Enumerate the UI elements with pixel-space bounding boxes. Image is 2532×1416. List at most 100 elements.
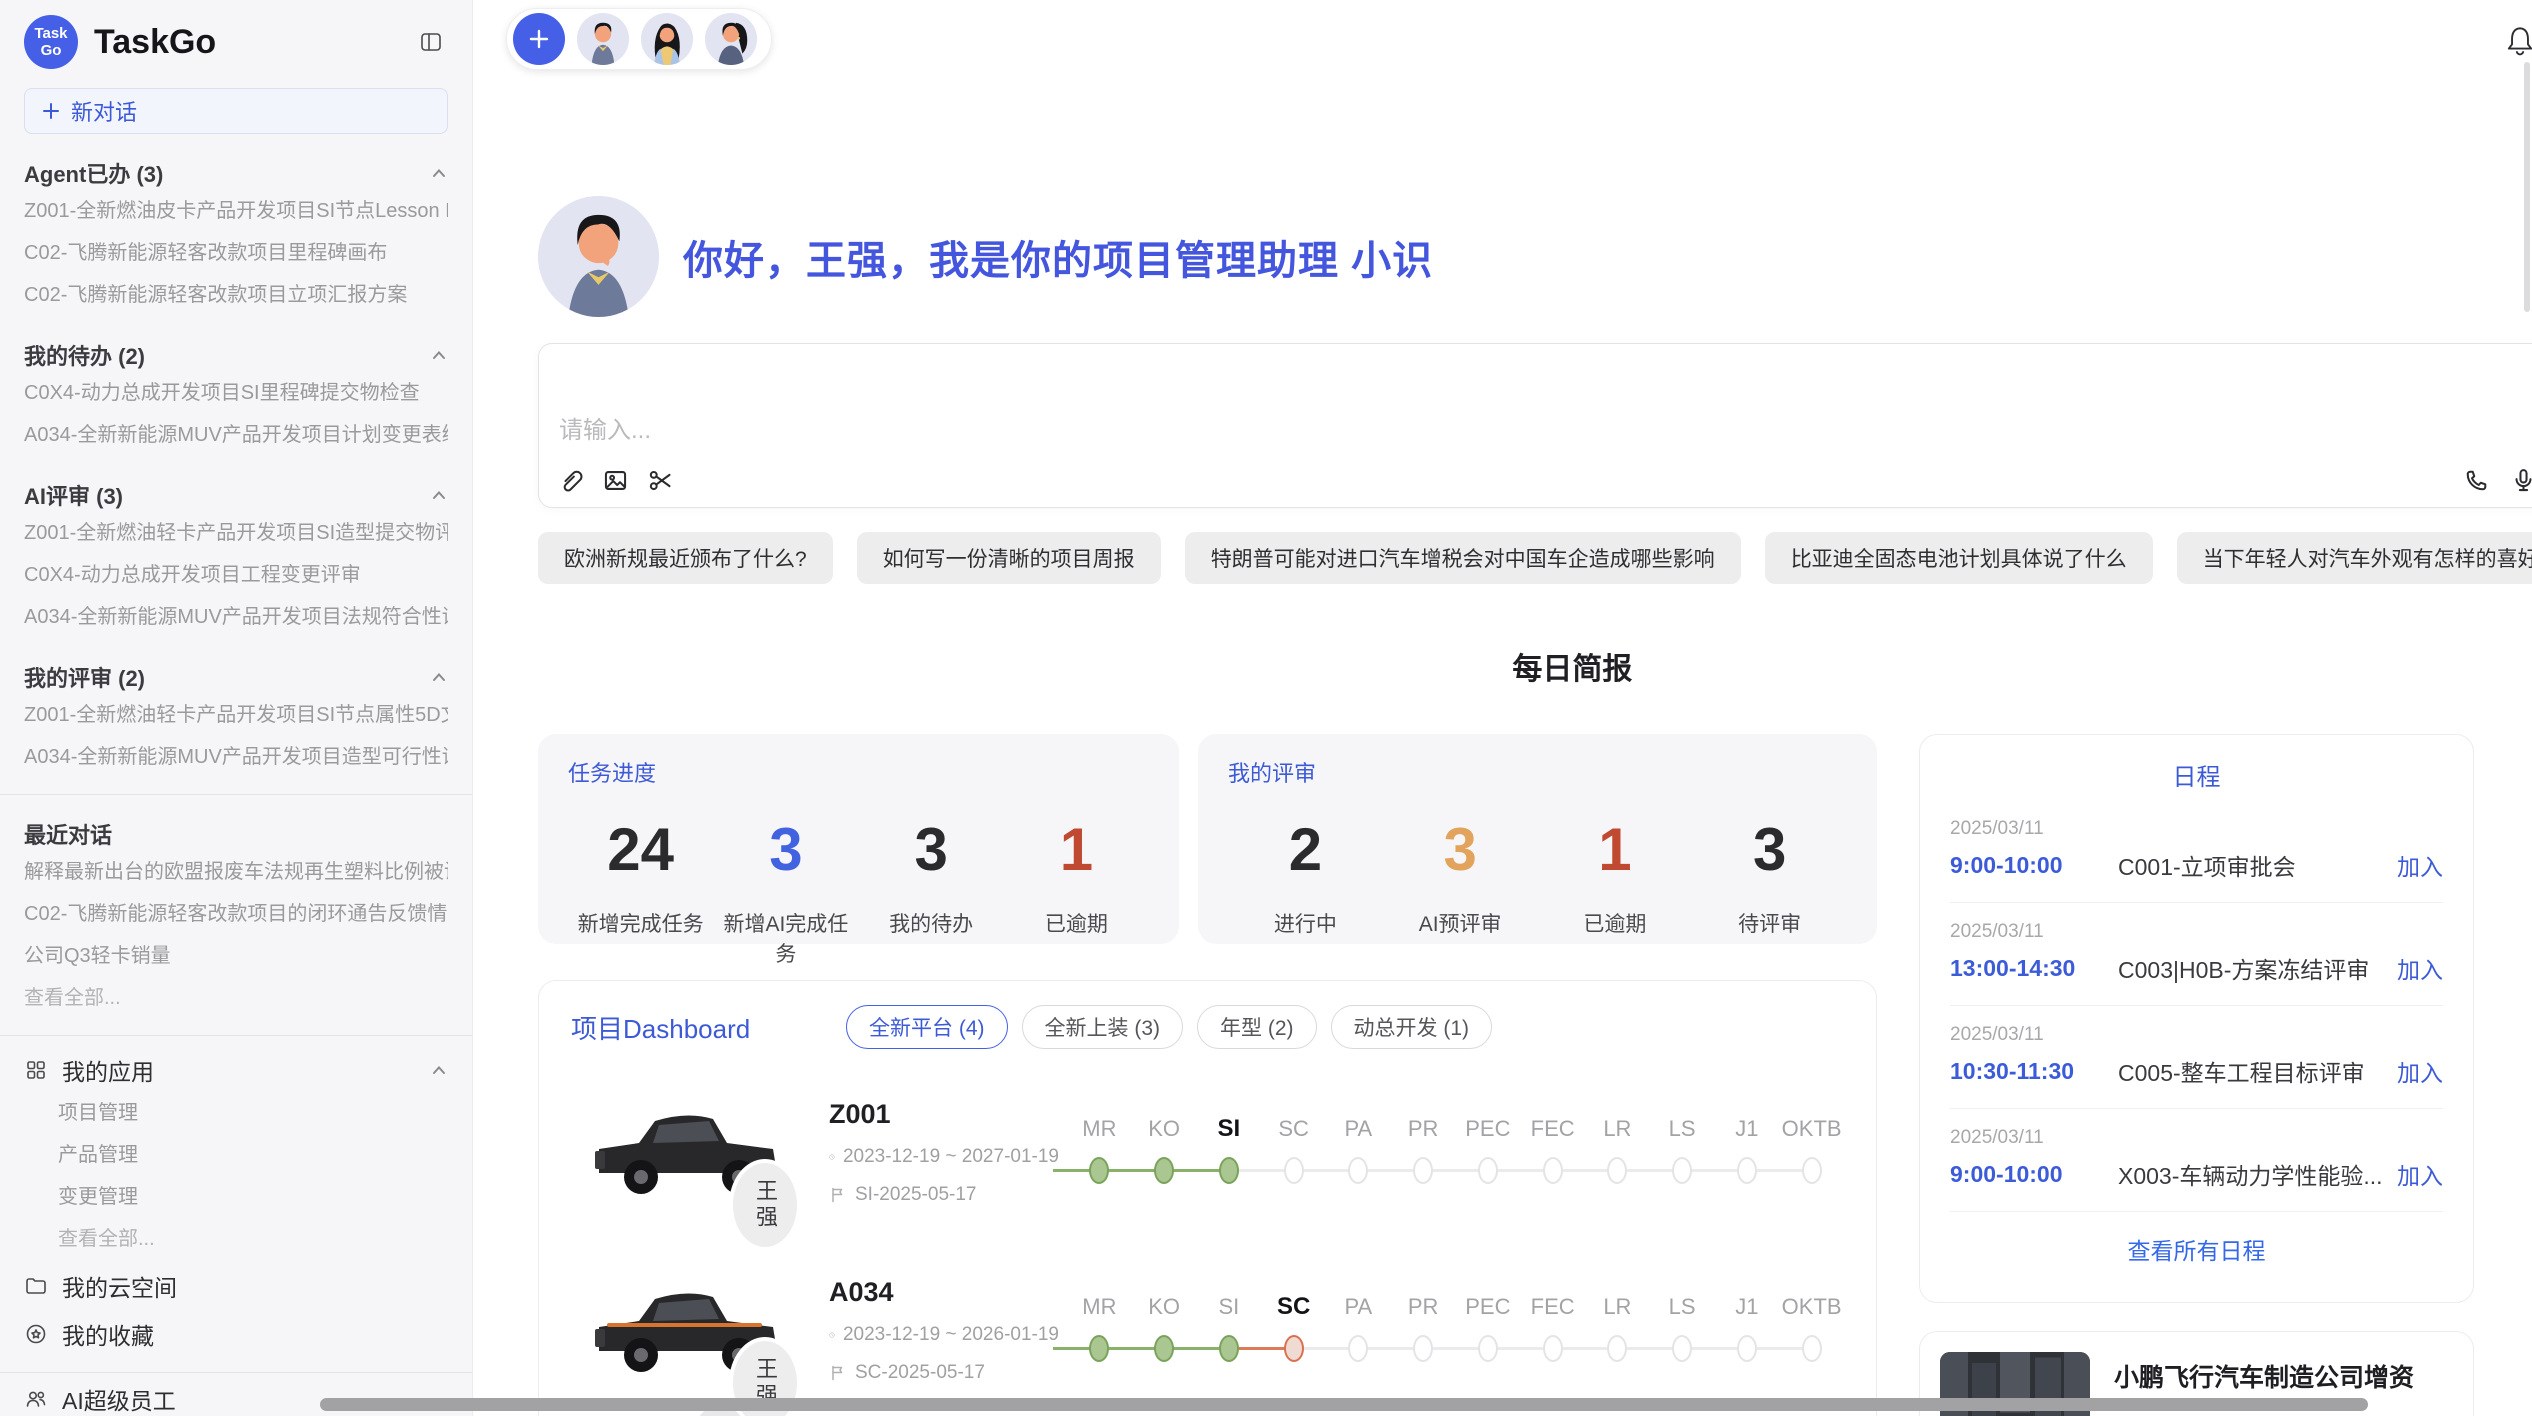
divider [0,1035,472,1036]
milestone-dot-done [1154,1335,1174,1362]
sidebar-item-my-apps[interactable]: 我的应用 [24,1048,448,1092]
suggestion-chip[interactable]: 当下年轻人对汽车外观有怎样的喜好趋势 [2177,532,2532,584]
sidebar-view-all-chats[interactable]: 查看全部... [24,977,448,1019]
sidebar-item[interactable]: Z001-全新燃油轻卡产品开发项目SI节点属性5D文件评审 [24,694,448,736]
stat: 1 已逾期 [1004,818,1149,968]
suggestion-chips: 欧洲新规最近颁布了什么? 如何写一份清晰的项目周报 特朗普可能对进口汽车增税会对… [538,532,2532,584]
sidebar-item[interactable]: 解释最新出台的欧盟报废车法规再生塑料比例被调至15%... [24,851,448,893]
add-agent-button[interactable] [513,13,565,65]
sidebar-group-agent-done[interactable]: Agent已办 (3) [24,156,448,190]
my-review-card: 我的评审 2 进行中 3 AI预评审 1 已逾期 [1198,734,1877,944]
clock-icon [829,1148,835,1166]
milestone-dot-done [1154,1157,1174,1184]
chevron-up-icon [430,1064,448,1076]
milestone-dot [1672,1335,1692,1362]
sidebar: Task Go TaskGo 新对话 Agent已办 (3) Z001-全新燃油… [0,0,473,1416]
sidebar-collapse-icon[interactable] [414,25,448,59]
sidebar-view-all-apps[interactable]: 查看全部... [58,1218,448,1260]
milestone-dot [1737,1335,1757,1362]
daily-brief-header: 每日简报 [538,646,2532,686]
horizontal-scrollbar[interactable] [320,1398,2368,1411]
sidebar-group-my-todo[interactable]: 我的待办 (2) [24,338,448,372]
stat: 3 待评审 [1692,818,1847,938]
sidebar-item[interactable]: A034-全新新能源MUV产品开发项目法规符合性评审 [24,596,448,638]
sidebar-group-recent-chats[interactable]: 最近对话 [24,817,448,851]
project-row[interactable]: 王强 A034 2023-12-19 ~ 2026-01-19 SC-2025-… [571,1255,1844,1405]
chevron-up-icon [430,349,448,361]
project-vehicle-image: 王强 [587,1087,787,1217]
milestone-dot [1478,1335,1498,1362]
stat: 1 已逾期 [1538,818,1693,938]
sidebar-item-favorites[interactable]: 我的收藏 [24,1312,448,1356]
schedule-item: 2025/03/11 10:30-11:30 C005-整车工程目标评审 加入 [1950,1006,2443,1108]
microphone-icon[interactable] [2509,465,2532,495]
suggestion-chip[interactable]: 特朗普可能对进口汽车增税会对中国车企造成哪些影响 [1185,532,1741,584]
project-dates: 2023-12-19 ~ 2026-01-19 [829,1324,1059,1346]
milestone-timeline: MR KO SI SC PA PR PEC FEC LR LS J1 OKTB [1067,1293,1844,1362]
screenshot-scissors-icon[interactable] [645,465,675,495]
new-chat-button[interactable]: 新对话 [24,88,448,134]
agent-avatar-2[interactable] [641,13,693,65]
filter-chip[interactable]: 动总开发 (1) [1331,1005,1493,1049]
notification-bell-icon[interactable] [2503,22,2532,56]
sidebar-item[interactable]: Z001-全新燃油皮卡产品开发项目SI节点Lesson Learn报告 [24,190,448,232]
project-vehicle-image: 王强 [587,1265,787,1395]
clock-icon [829,1326,835,1344]
suggestion-chip[interactable]: 比亚迪全固态电池计划具体说了什么 [1765,532,2153,584]
sidebar-item[interactable]: C0X4-动力总成开发项目工程变更评审 [24,554,448,596]
new-chat-label: 新对话 [71,95,137,127]
sidebar-item[interactable]: A034-全新新能源MUV产品开发项目计划变更表编写 [24,414,448,456]
sidebar-item-product-mgmt[interactable]: 产品管理 [58,1134,448,1176]
join-meeting-link[interactable]: 加入 [2397,1054,2443,1088]
milestone-dot-active [1219,1157,1239,1184]
filter-chip-active[interactable]: 全新平台 (4) [846,1005,1008,1049]
stat: 2 进行中 [1228,818,1383,938]
milestone-dot [1802,1157,1822,1184]
sidebar-group-my-review[interactable]: 我的评审 (2) [24,660,448,694]
milestone-dot [1348,1157,1368,1184]
sidebar-item[interactable]: C02-飞腾新能源轻客改款项目的闭环通告反馈情况 [24,893,448,935]
task-progress-card: 任务进度 24 新增完成任务 3 新增AI完成任务 3 我的待办 [538,734,1179,944]
milestone-dot [1413,1157,1433,1184]
sidebar-item[interactable]: 公司Q3轻卡销量 [24,935,448,977]
milestone-dot [1284,1157,1304,1184]
filter-chip[interactable]: 年型 (2) [1197,1005,1317,1049]
agent-avatar-3[interactable] [705,13,757,65]
join-meeting-link[interactable]: 加入 [2397,951,2443,985]
schedule-item: 2025/03/11 9:00-10:00 X003-车辆动力学性能验... 加… [1950,1109,2443,1211]
project-row[interactable]: 王强 Z001 2023-12-19 ~ 2027-01-19 SI-2025-… [571,1077,1844,1227]
greeting-text: 你好，王强，我是你的项目管理助理 小识 [683,228,1433,286]
vertical-scrollbar[interactable] [2524,62,2530,312]
attachment-icon[interactable] [555,465,585,495]
milestone-dot [1802,1335,1822,1362]
milestone-dot [1543,1157,1563,1184]
join-meeting-link[interactable]: 加入 [2397,848,2443,882]
composer-toolbar [555,465,2532,495]
join-meeting-link[interactable]: 加入 [2397,1157,2443,1191]
sidebar-item[interactable]: C02-飞腾新能源轻客改款项目立项汇报方案 [24,274,448,316]
sidebar-item-project-mgmt[interactable]: 项目管理 [58,1092,448,1134]
image-upload-icon[interactable] [600,465,630,495]
milestone-dot [1672,1157,1692,1184]
plus-icon [527,27,551,51]
chat-input[interactable] [539,344,2532,462]
chevron-up-icon [430,489,448,501]
sidebar-item[interactable]: C02-飞腾新能源轻客改款项目里程碑画布 [24,232,448,274]
filter-chip[interactable]: 全新上装 (3) [1022,1005,1184,1049]
view-all-schedule-link[interactable]: 查看所有日程 [1950,1212,2443,1286]
suggestion-chip[interactable]: 欧洲新规最近颁布了什么? [538,532,833,584]
main-area: 王强 你好，王强，我是你的项目管理助理 小识 [473,0,2532,1416]
schedule-item: 2025/03/11 9:00-10:00 C001-立项审批会 加入 [1950,800,2443,902]
milestone-dot [1607,1335,1627,1362]
sidebar-item[interactable]: A034-全新新能源MUV产品开发项目造型可行性评审 [24,736,448,778]
sidebar-item-cloud-space[interactable]: 我的云空间 [24,1264,448,1308]
sidebar-item[interactable]: Z001-全新燃油轻卡产品开发项目SI造型提交物评审 [24,512,448,554]
sidebar-group-ai-review[interactable]: AI评审 (3) [24,478,448,512]
suggestion-chip[interactable]: 如何写一份清晰的项目周报 [857,532,1161,584]
divider [0,794,472,795]
project-next-milestone: SI-2025-05-17 [829,1184,1059,1206]
sidebar-item-change-mgmt[interactable]: 变更管理 [58,1176,448,1218]
voice-call-icon[interactable] [2462,465,2492,495]
sidebar-item[interactable]: C0X4-动力总成开发项目SI里程碑提交物检查 [24,372,448,414]
agent-avatar-1[interactable] [577,13,629,65]
